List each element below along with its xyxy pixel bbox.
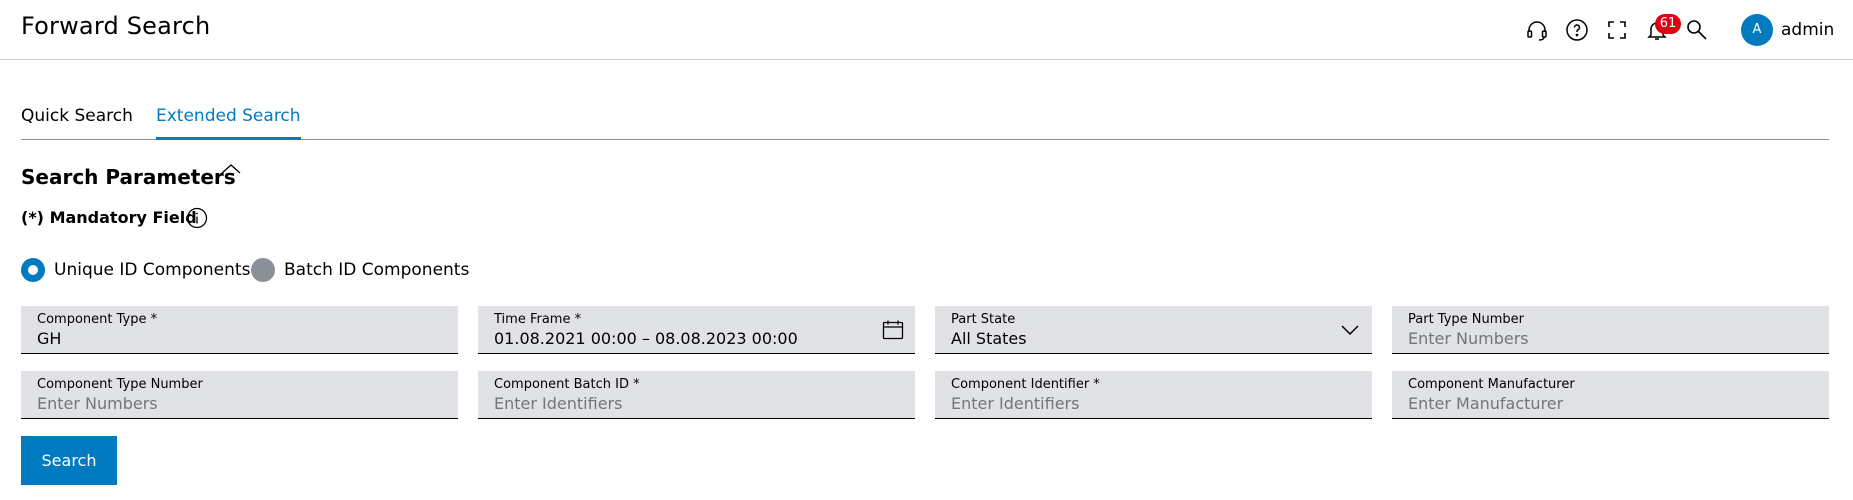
- username[interactable]: admin: [1781, 20, 1834, 40]
- time-frame-field[interactable]: Time Frame * 01.08.2021 00:00 – 08.08.20…: [478, 306, 915, 354]
- info-icon[interactable]: [186, 207, 208, 229]
- help-icon[interactable]: [1564, 17, 1590, 43]
- tab-quick-search[interactable]: Quick Search: [21, 106, 133, 140]
- field-placeholder: Enter Numbers: [1408, 329, 1529, 348]
- chevron-up-icon[interactable]: [220, 161, 242, 177]
- radio-unselected-icon[interactable]: [251, 258, 275, 282]
- field-placeholder: Enter Numbers: [37, 394, 158, 413]
- search-button[interactable]: Search: [21, 436, 117, 485]
- field-label: Component Batch ID *: [494, 377, 640, 392]
- section-title: Search Parameters: [21, 165, 236, 189]
- field-placeholder: Enter Manufacturer: [1408, 394, 1564, 413]
- field-placeholder: Enter Identifiers: [951, 394, 1080, 413]
- search-tabs: Quick Search Extended Search: [21, 100, 1829, 140]
- part-type-number-field[interactable]: Part Type Number Enter Numbers: [1392, 306, 1829, 354]
- page-title: Forward Search: [21, 12, 211, 40]
- component-identifier-field[interactable]: Component Identifier * Enter Identifiers: [935, 371, 1372, 419]
- part-state-select[interactable]: Part State All States: [935, 306, 1372, 354]
- radio-batch-id[interactable]: Batch ID Components: [251, 257, 469, 283]
- radio-selected-icon[interactable]: [21, 258, 45, 282]
- calendar-icon[interactable]: [881, 318, 905, 342]
- component-type-number-field[interactable]: Component Type Number Enter Numbers: [21, 371, 458, 419]
- field-value: GH: [37, 329, 62, 348]
- notification-badge: 61: [1655, 14, 1681, 34]
- field-label: Component Type *: [37, 312, 158, 327]
- component-type-field[interactable]: Component Type * GH: [21, 306, 458, 354]
- mandatory-note: (*) Mandatory Field: [21, 208, 197, 227]
- tab-extended-search[interactable]: Extended Search: [156, 106, 301, 140]
- search-icon[interactable]: [1684, 17, 1710, 43]
- fullscreen-icon[interactable]: [1604, 17, 1630, 43]
- field-label: Component Identifier *: [951, 377, 1100, 392]
- field-label: Part State: [951, 312, 1016, 327]
- component-batch-id-field[interactable]: Component Batch ID * Enter Identifiers: [478, 371, 915, 419]
- field-label: Component Type Number: [37, 377, 203, 392]
- chevron-down-icon[interactable]: [1338, 318, 1362, 342]
- field-label: Time Frame *: [494, 312, 582, 327]
- avatar[interactable]: A: [1741, 14, 1773, 46]
- headset-icon[interactable]: [1524, 17, 1550, 43]
- field-placeholder: Enter Identifiers: [494, 394, 623, 413]
- component-manufacturer-field[interactable]: Component Manufacturer Enter Manufacture…: [1392, 371, 1829, 419]
- radio-label-unique-id: Unique ID Components: [54, 260, 251, 280]
- field-label: Part Type Number: [1408, 312, 1525, 327]
- field-value: 01.08.2021 00:00 – 08.08.2023 00:00: [494, 329, 798, 348]
- field-value: All States: [951, 329, 1027, 348]
- radio-unique-id[interactable]: Unique ID Components: [21, 257, 250, 283]
- radio-label-batch-id: Batch ID Components: [284, 260, 470, 280]
- top-bar: Forward Search 61 A admin: [0, 0, 1853, 60]
- field-label: Component Manufacturer: [1408, 377, 1575, 392]
